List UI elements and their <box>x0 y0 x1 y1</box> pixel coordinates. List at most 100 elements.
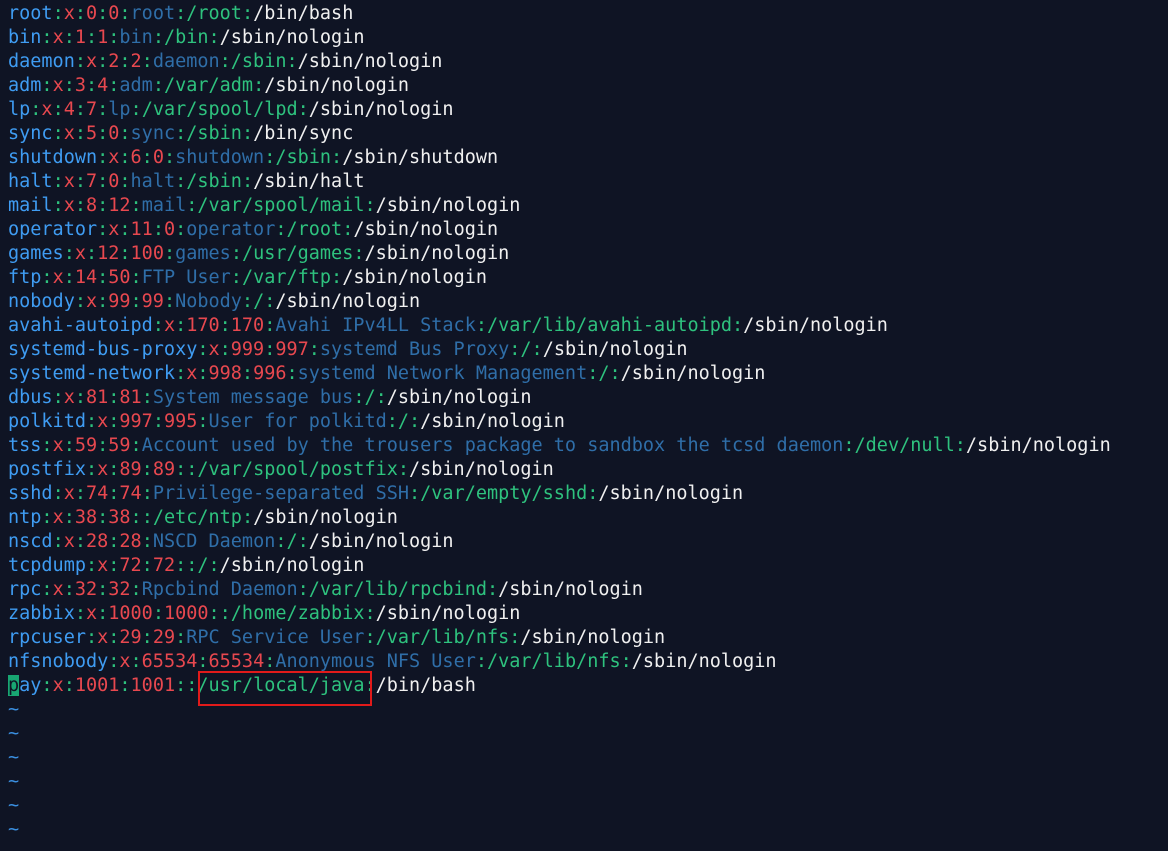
passwd-line[interactable]: pay:x:1001:1001::/usr/local/java:/bin/ba… <box>0 674 1168 698</box>
field-separator: : <box>30 99 42 120</box>
field-separator: : <box>97 219 109 240</box>
field-separator: : <box>130 195 142 216</box>
field-separator: : <box>108 27 120 48</box>
field-shell: /sbin/nologin <box>219 27 365 48</box>
passwd-line[interactable]: postfix:x:89:89::/var/spool/postfix:/sbi… <box>0 458 1168 482</box>
passwd-line[interactable]: sshd:x:74:74:Privilege-separated SSH:/va… <box>0 482 1168 506</box>
field-gid: 32 <box>108 579 131 600</box>
field-separator: : <box>386 411 398 432</box>
field-separator: : <box>97 291 109 312</box>
passwd-line[interactable]: adm:x:3:4:adm:/var/adm:/sbin/nologin <box>0 74 1168 98</box>
field-separator: : <box>52 483 64 504</box>
field-password: x <box>97 627 109 648</box>
field-gid: 0 <box>108 3 120 24</box>
field-separator: : <box>843 435 855 456</box>
field-uid: 8 <box>85 195 98 216</box>
vim-editor[interactable]: root:x:0:0:root:/root:/bin/bash bin:x:1:1… <box>0 0 1168 851</box>
field-password: x <box>186 363 198 384</box>
passwd-line[interactable]: operator:x:11:0:operator:/root:/sbin/nol… <box>0 218 1168 242</box>
field-separator: : <box>74 387 86 408</box>
passwd-line[interactable]: rpc:x:32:32:Rpcbind Daemon:/var/lib/rpcb… <box>0 578 1168 602</box>
field-separator: : <box>41 27 53 48</box>
passwd-line[interactable]: nobody:x:99:99:Nobody:/:/sbin/nologin <box>0 290 1168 314</box>
field-username: ntp <box>8 507 42 528</box>
passwd-line[interactable]: systemd-network:x:998:996:systemd Networ… <box>0 362 1168 386</box>
field-password: x <box>163 315 176 336</box>
field-uid: 0 <box>85 3 98 24</box>
passwd-line[interactable]: tss:x:59:59:Account used by the trousers… <box>0 434 1168 458</box>
field-password: x <box>52 675 64 696</box>
field-separator: : <box>74 171 86 192</box>
field-shell: /sbin/nologin <box>308 531 454 552</box>
passwd-line[interactable]: nfsnobody:x:65534:65534:Anonymous NFS Us… <box>0 650 1168 674</box>
field-separator: : <box>97 435 109 456</box>
field-username: nscd <box>8 531 53 552</box>
passwd-line[interactable]: bin:x:1:1:bin:/bin:/sbin/nologin <box>0 26 1168 50</box>
passwd-line[interactable]: tcpdump:x:72:72::/:/sbin/nologin <box>0 554 1168 578</box>
passwd-line[interactable]: rpcuser:x:29:29:RPC Service User:/var/li… <box>0 626 1168 650</box>
field-password: x <box>52 579 64 600</box>
field-username: mail <box>8 195 53 216</box>
field-separator: : <box>85 27 98 48</box>
field-shell: /sbin/nologin <box>965 435 1111 456</box>
passwd-line[interactable]: dbus:x:81:81:System message bus:/:/sbin/… <box>0 386 1168 410</box>
field-username: rpcuser <box>8 627 86 648</box>
passwd-line[interactable]: avahi-autoipd:x:170:170:Avahi IPv4LL Sta… <box>0 314 1168 338</box>
field-uid: 29 <box>119 627 142 648</box>
passwd-line[interactable]: daemon:x:2:2:daemon:/sbin:/sbin/nologin <box>0 50 1168 74</box>
field-shell: /sbin/nologin <box>520 627 666 648</box>
field-separator: : <box>97 99 109 120</box>
passwd-line[interactable]: ntp:x:38:38::/etc/ntp:/sbin/nologin <box>0 506 1168 530</box>
field-gecos: User for polkitd <box>208 411 387 432</box>
field-gid: 995 <box>163 411 198 432</box>
field-uid: 28 <box>85 531 109 552</box>
field-uid: 4 <box>63 99 75 120</box>
field-uid: 1 <box>74 27 86 48</box>
field-shell: /sbin/nologin <box>498 579 643 600</box>
field-separator: : <box>163 243 176 264</box>
field-gid: 50 <box>108 267 131 288</box>
passwd-line[interactable]: sync:x:5:0:sync:/sbin:/bin/sync <box>0 122 1168 146</box>
field-home: / <box>397 411 410 432</box>
passwd-line[interactable]: ftp:x:14:50:FTP User:/var/ftp:/sbin/nolo… <box>0 266 1168 290</box>
passwd-line[interactable]: halt:x:7:0:halt:/sbin:/sbin/halt <box>0 170 1168 194</box>
field-gecos: Account used by the trousers package to … <box>141 435 844 456</box>
passwd-line[interactable]: systemd-bus-proxy:x:999:997:systemd Bus … <box>0 338 1168 362</box>
field-separator: : <box>152 219 164 240</box>
field-separator: : <box>954 435 966 456</box>
tilde-marker: ~ <box>8 771 20 792</box>
field-separator: : <box>74 195 86 216</box>
field-separator: : <box>52 387 64 408</box>
passwd-line[interactable]: lp:x:4:7:lp:/var/spool/lpd:/sbin/nologin <box>0 98 1168 122</box>
field-shell: /sbin/nologin <box>253 507 398 528</box>
passwd-file-content[interactable]: root:x:0:0:root:/root:/bin/bash bin:x:1:1… <box>0 2 1168 698</box>
field-separator: : <box>397 459 409 480</box>
field-separator: : <box>230 267 242 288</box>
field-uid: 1001 <box>74 675 120 696</box>
field-separator: : <box>509 339 521 360</box>
field-separator: : <box>41 435 53 456</box>
passwd-line[interactable]: games:x:12:100:games:/usr/games:/sbin/no… <box>0 242 1168 266</box>
passwd-line[interactable]: zabbix:x:1000:1000::/home/zabbix:/sbin/n… <box>0 602 1168 626</box>
field-uid: 89 <box>119 459 142 480</box>
field-home: /dev/null <box>854 435 955 456</box>
field-shell: /sbin/nologin <box>219 555 365 576</box>
field-separator: : <box>130 579 142 600</box>
field-password: x <box>63 531 75 552</box>
passwd-line[interactable]: mail:x:8:12:mail:/var/spool/mail:/sbin/n… <box>0 194 1168 218</box>
field-gecos: RPC Service User <box>186 627 365 648</box>
field-password: x <box>74 243 86 264</box>
field-separator: : <box>219 51 231 72</box>
field-separator: : <box>74 603 86 624</box>
passwd-line[interactable]: polkitd:x:997:995:User for polkitd:/:/sb… <box>0 410 1168 434</box>
field-separator: : <box>509 627 521 648</box>
field-separator: : <box>264 147 276 168</box>
passwd-line[interactable]: shutdown:x:6:0:shutdown:/sbin:/sbin/shut… <box>0 146 1168 170</box>
field-separator: : <box>732 315 744 336</box>
passwd-line[interactable]: root:x:0:0:root:/root:/bin/bash <box>0 2 1168 26</box>
empty-line-markers: ~ ~ ~ ~ ~ ~ <box>0 698 1168 842</box>
field-separator: : <box>130 267 142 288</box>
field-separator: : <box>297 99 309 120</box>
passwd-line[interactable]: nscd:x:28:28:NSCD Daemon:/:/sbin/nologin <box>0 530 1168 554</box>
field-separator: : <box>186 195 198 216</box>
